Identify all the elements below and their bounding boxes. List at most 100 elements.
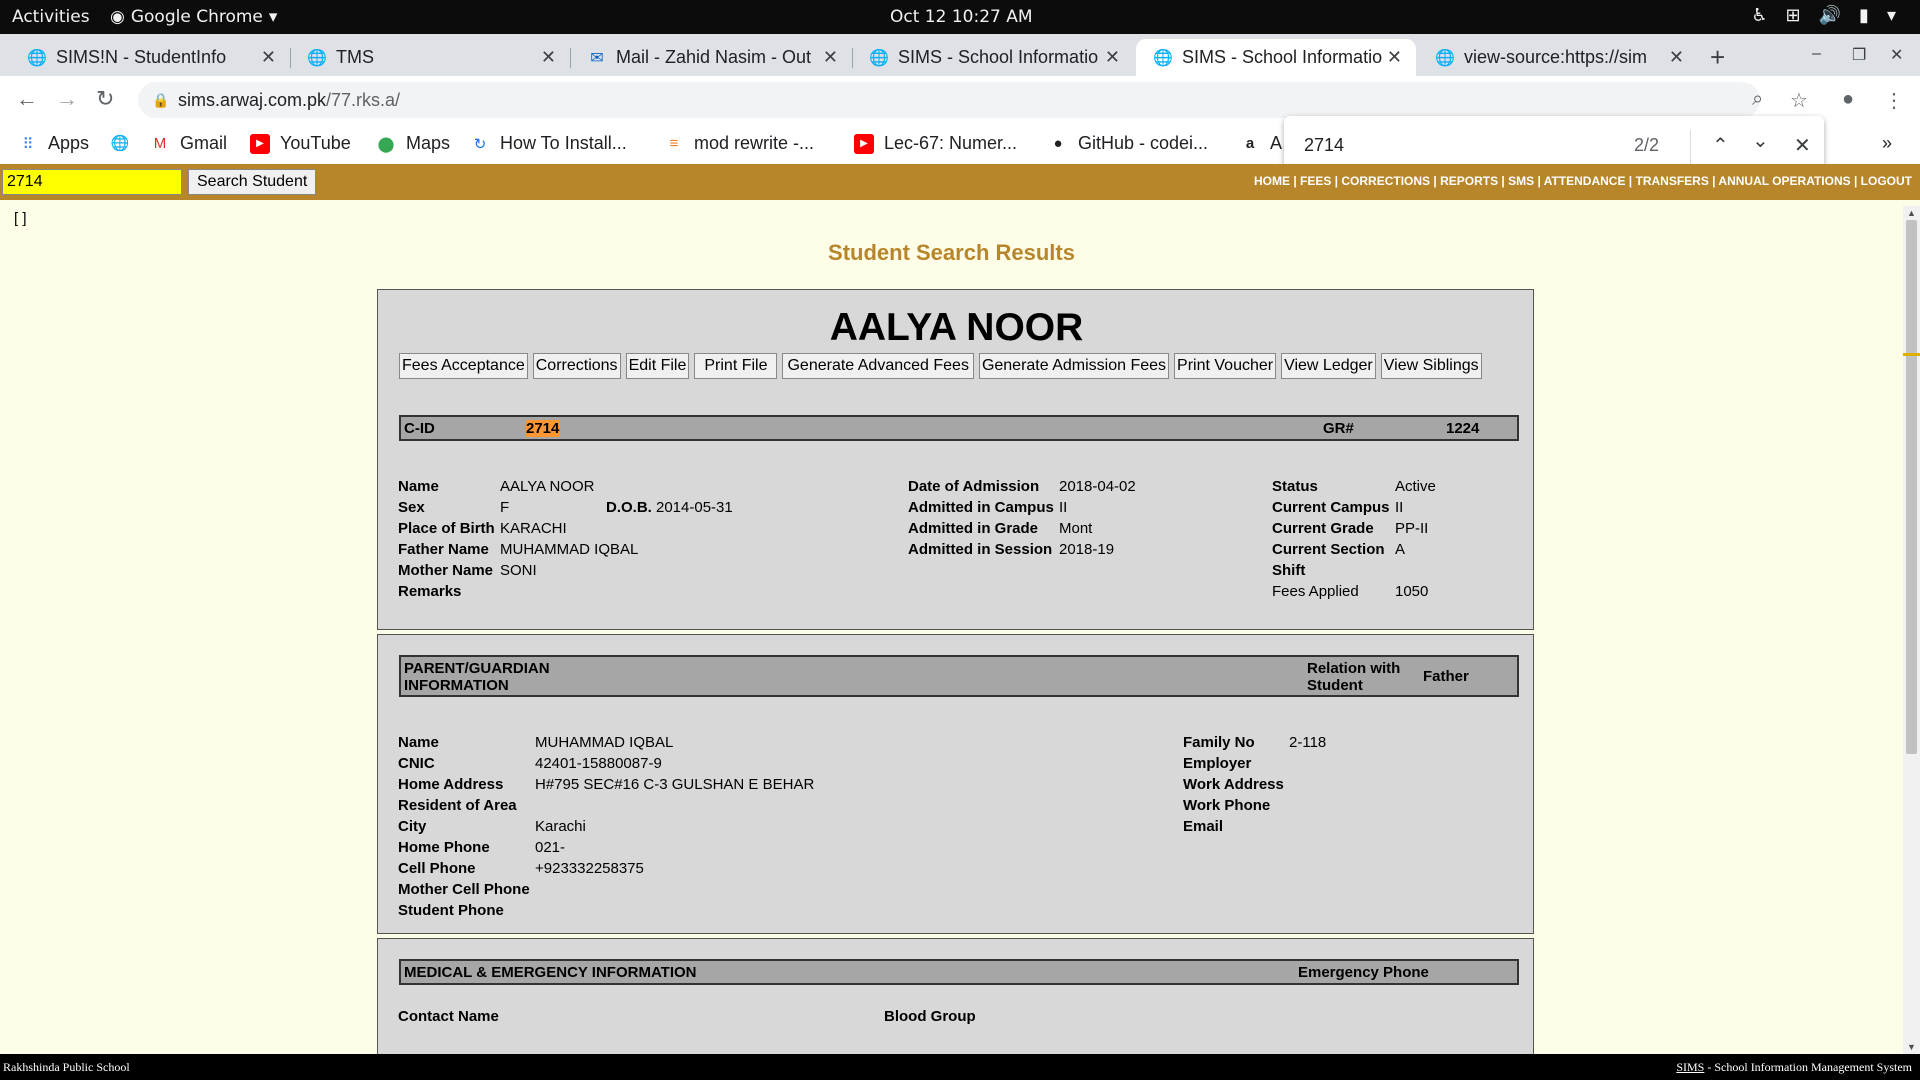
relation-value: Father (1423, 668, 1469, 685)
bookmark-amazon[interactable]: aA (1240, 133, 1282, 154)
corrections-button[interactable]: Corrections (532, 353, 621, 379)
bookmark-label: mod rewrite -... (694, 133, 815, 153)
power-menu-chevron-icon[interactable]: ▾ (1887, 5, 1896, 26)
student-search-input[interactable] (2, 169, 182, 195)
cell-phone-label: Cell Phone (398, 860, 476, 877)
search-student-button[interactable]: Search Student (188, 169, 317, 195)
guardian-info-panel: PARENT/GUARDIAN INFORMATION Relation wit… (377, 634, 1534, 934)
system-top-bar: Activities ◉ Google Chrome ▾ Oct 12 10:2… (0, 0, 1920, 34)
close-tab-icon[interactable]: ✕ (1387, 47, 1402, 68)
youtube-icon: ▶ (250, 133, 270, 154)
fees-acceptance-button[interactable]: Fees Acceptance (399, 353, 528, 379)
address-bar[interactable]: 🔒 sims.arwaj.com.pk/77.rks.a/ (138, 82, 1760, 118)
accessibility-icon[interactable]: ♿ (1751, 5, 1767, 26)
mother-name-value: SONI (500, 562, 537, 579)
activities-button[interactable]: Activities (12, 7, 90, 27)
generate-admission-fees-button[interactable]: Generate Admission Fees (978, 353, 1170, 379)
bookmark-github[interactable]: ● GitHub - codei... (1048, 133, 1208, 154)
sims-link[interactable]: SIMS (1676, 1060, 1704, 1074)
gr-value: 1224 (1446, 420, 1480, 437)
tab-mail[interactable]: ✉ Mail - Zahid Nasim - Out ✕ (570, 39, 853, 76)
tab-sims-school-1[interactable]: 🌐 SIMS - School Informatio ✕ (852, 39, 1134, 76)
more-bookmarks-icon[interactable]: » (1882, 133, 1892, 154)
mother-name-label: Mother Name (398, 562, 494, 579)
bookmark-mod-rewrite[interactable]: ≡ mod rewrite -... (664, 133, 814, 154)
admitted-session-label: Admitted in Session (908, 541, 1053, 558)
close-tab-icon[interactable]: ✕ (1669, 47, 1684, 68)
dob-label: D.O.B. (606, 499, 652, 516)
forward-arrow-icon[interactable]: → (56, 86, 78, 112)
tab-sims-school-active[interactable]: 🌐 SIMS - School Informatio ✕ (1136, 39, 1416, 76)
tab-view-source[interactable]: 🌐 view-source:https://sim ✕ (1418, 39, 1698, 76)
bookmark-globe[interactable]: 🌐 (110, 133, 140, 153)
back-arrow-icon[interactable]: ← (16, 86, 38, 112)
find-input[interactable]: 2714 (1304, 135, 1344, 156)
app-menu[interactable]: ◉ Google Chrome ▾ (110, 7, 277, 27)
find-next-chevron-down-icon[interactable]: ⌄ (1752, 128, 1769, 153)
close-tab-icon[interactable]: ✕ (1105, 47, 1120, 68)
view-ledger-button[interactable]: View Ledger (1281, 353, 1376, 379)
maps-pin-icon: ⬤ (377, 135, 395, 153)
medical-info-panel: MEDICAL & EMERGENCY INFORMATION Emergenc… (377, 938, 1534, 1054)
admitted-campus-value: II (1059, 499, 1068, 516)
email-label: Email (1183, 818, 1224, 835)
close-tab-icon[interactable]: ✕ (823, 47, 838, 68)
close-tab-icon[interactable]: ✕ (261, 47, 276, 68)
home-phone-label: Home Phone (398, 839, 490, 856)
view-siblings-button[interactable]: View Siblings (1380, 353, 1482, 379)
scroll-up-arrow-icon[interactable]: ▲ (1907, 208, 1916, 218)
edit-file-button[interactable]: Edit File (625, 353, 690, 379)
stackoverflow-icon: ≡ (669, 135, 679, 152)
minimize-icon[interactable]: – (1812, 45, 1821, 63)
work-phone-label: Work Phone (1183, 797, 1271, 814)
find-in-page-icon[interactable]: ⌕ (1752, 88, 1763, 111)
kebab-menu-icon[interactable]: ⋮ (1884, 88, 1904, 113)
youtube-icon: ▶ (854, 133, 874, 154)
refresh-logo-icon: ↻ (473, 135, 487, 153)
lock-icon[interactable]: 🔒 (152, 82, 169, 118)
debug-output: [ ] (14, 210, 27, 227)
find-previous-chevron-up-icon[interactable]: ⌃ (1712, 133, 1729, 158)
guardian-name-value: MUHAMMAD IQBAL (535, 734, 674, 751)
network-icon[interactable]: ⊞ (1786, 5, 1801, 26)
window-close-icon[interactable]: ✕ (1890, 45, 1903, 65)
volume-icon[interactable]: 🔊 (1819, 5, 1841, 26)
restore-icon[interactable]: ❐ (1852, 45, 1866, 65)
bookmark-star-icon[interactable]: ☆ (1790, 88, 1808, 113)
bookmark-youtube[interactable]: ▶ YouTube (250, 133, 351, 154)
family-no-value: 2-118 (1289, 734, 1327, 751)
reload-icon[interactable]: ↻ (96, 86, 114, 112)
system-tray[interactable]: ♿ ⊞ 🔊 ▮ ▾ (1751, 5, 1896, 26)
contact-name-label: Contact Name (398, 1008, 499, 1025)
bookmark-apps[interactable]: ⠿ Apps (18, 133, 90, 154)
admitted-grade-label: Admitted in Grade (908, 520, 1039, 537)
new-tab-button[interactable]: + (1710, 42, 1725, 73)
profile-avatar-icon[interactable]: ● (1842, 88, 1854, 111)
globe-icon: 🌐 (1435, 49, 1455, 67)
scrollbar-thumb[interactable] (1906, 220, 1917, 754)
student-name-title: AALYA NOOR (829, 306, 1084, 349)
page-scrollbar[interactable]: ▲ ▼ (1903, 206, 1920, 1054)
bookmark-gmail[interactable]: M Gmail (150, 133, 227, 154)
tab-tms[interactable]: 🌐 TMS ✕ (290, 39, 571, 76)
relation-label-line1: Relation with (1307, 660, 1401, 677)
battery-icon[interactable]: ▮ (1859, 5, 1869, 26)
footer-system-text: - School Information Management System (1704, 1060, 1912, 1074)
find-match-marker (1903, 353, 1920, 356)
bookmark-how-to-install[interactable]: ↻ How To Install... (470, 133, 627, 154)
print-voucher-button[interactable]: Print Voucher (1174, 353, 1277, 379)
admitted-grade-value: Mont (1059, 520, 1093, 537)
find-close-icon[interactable]: ✕ (1794, 133, 1811, 158)
print-file-button[interactable]: Print File (694, 353, 778, 379)
generate-advanced-fees-button[interactable]: Generate Advanced Fees (782, 353, 974, 379)
bookmark-maps[interactable]: ⬤ Maps (376, 133, 450, 154)
scroll-down-arrow-icon[interactable]: ▼ (1907, 1042, 1916, 1052)
top-navigation-links[interactable]: HOME | FEES | CORRECTIONS | REPORTS | SM… (1254, 174, 1912, 188)
dob-value: 2014-05-31 (656, 499, 733, 516)
clock[interactable]: Oct 12 10:27 AM (890, 7, 1033, 27)
tab-title: SIMS - School Informatio (898, 47, 1099, 67)
close-tab-icon[interactable]: ✕ (541, 47, 556, 68)
globe-icon: 🌐 (869, 49, 889, 67)
bookmark-lec67[interactable]: ▶ Lec-67: Numer... (854, 133, 1017, 154)
tab-sims-studentinfo[interactable]: 🌐 SIMS!N - StudentInfo ✕ (10, 39, 291, 76)
